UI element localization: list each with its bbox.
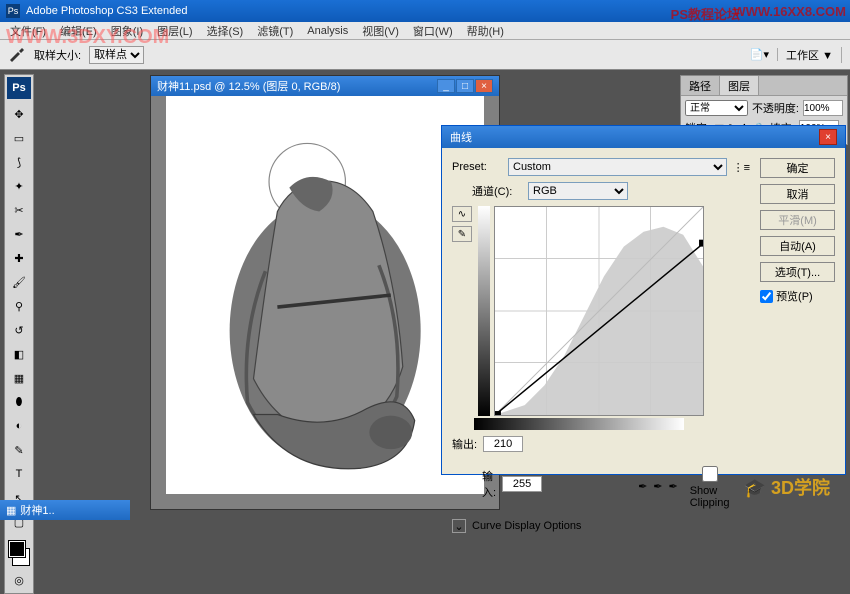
document-canvas[interactable] [166,96,484,494]
eyedropper-icon [8,48,26,62]
lasso-tool-icon[interactable]: ⟆ [7,151,31,173]
app-titlebar: Ps Adobe Photoshop CS3 Extended [0,0,850,22]
show-clipping-checkbox[interactable] [690,466,730,482]
dialog-title: 曲线 [450,129,472,145]
preset-select[interactable]: Custom [508,158,727,176]
preset-label: Preset: [452,161,502,173]
white-point-eyedropper-icon[interactable]: ✒ [669,480,678,496]
output-input[interactable] [483,436,523,452]
fg-color-swatch[interactable] [9,541,25,557]
menu-analysis[interactable]: Analysis [301,25,354,37]
color-swatches[interactable] [7,539,31,567]
input-gradient [474,418,684,430]
tab-layers[interactable]: 图层 [720,76,759,95]
gray-point-eyedropper-icon[interactable]: ✒ [653,480,662,496]
channel-label: 通道(C): [472,183,522,199]
options-button[interactable]: 选项(T)... [760,262,835,282]
ps-small-icon: ▦ [6,504,16,517]
dodge-tool-icon[interactable]: ◐ [7,415,31,437]
taskbar-doc-label: 财神1.. [20,502,54,518]
menu-filter[interactable]: 滤镜(T) [251,23,299,39]
minimize-icon[interactable]: _ [437,79,455,93]
doc-profile-icon[interactable]: 📄▾ [750,48,778,61]
curve-point-tool-icon[interactable]: ∿ [452,206,472,222]
menu-bar: 文件(F) 编辑(E) 图象(I) 图层(L) 选择(S) 滤镜(T) Anal… [0,22,850,40]
brush-tool-icon[interactable]: 🖌 [7,271,31,293]
wand-tool-icon[interactable]: ✦ [7,175,31,197]
heal-tool-icon[interactable]: ✚ [7,247,31,269]
black-point-eyedropper-icon[interactable]: ✒ [638,480,647,496]
marquee-tool-icon[interactable]: ▭ [7,127,31,149]
menu-window[interactable]: 窗口(W) [407,23,459,39]
app-title: Adobe Photoshop CS3 Extended [26,5,187,17]
sample-size-select[interactable]: 取样点 [89,46,144,64]
maximize-icon[interactable]: □ [456,79,474,93]
curve-pencil-tool-icon[interactable]: ✎ [452,226,472,242]
menu-layer[interactable]: 图层(L) [151,23,198,39]
opacity-label: 不透明度: [752,100,799,116]
options-bar: 取样大小: 取样点 📄▾ 工作区 ▼ [0,40,850,70]
menu-file[interactable]: 文件(F) [4,23,52,39]
smooth-button: 平滑(M) [760,210,835,230]
blur-tool-icon[interactable]: ⬮ [7,391,31,413]
document-titlebar[interactable]: 财神11.psd @ 12.5% (图层 0, RGB/8) _ □ × [151,76,499,96]
menu-edit[interactable]: 编辑(E) [54,23,103,39]
preview-label: 预览(P) [776,288,813,304]
preset-menu-icon[interactable]: ⋮≡ [733,161,750,174]
curve-display-options-label[interactable]: Curve Display Options [472,520,581,532]
stamp-tool-icon[interactable]: ⚲ [7,295,31,317]
eraser-tool-icon[interactable]: ◧ [7,343,31,365]
cancel-button[interactable]: 取消 [760,184,835,204]
gradient-tool-icon[interactable]: ▦ [7,367,31,389]
move-tool-icon[interactable]: ✥ [7,103,31,125]
show-clipping-label: Show Clipping [690,485,730,509]
history-brush-icon[interactable]: ↺ [7,319,31,341]
type-tool-icon[interactable]: T [7,463,31,485]
preview-checkbox[interactable] [760,290,773,303]
artwork-deity-illustration [190,116,460,474]
taskbar-doc-button[interactable]: ▦ 财神1.. [0,500,130,520]
dialog-titlebar[interactable]: 曲线 × [442,126,845,148]
output-gradient [478,206,490,416]
curves-dialog: 曲线 × Preset: Custom ⋮≡ 通道(C): RGB ∿ ✎ [441,125,846,475]
input-label: 输入: [482,468,496,500]
ok-button[interactable]: 确定 [760,158,835,178]
close-icon[interactable]: × [475,79,493,93]
input-input[interactable] [502,476,542,492]
ps-icon: Ps [6,4,20,18]
document-title: 财神11.psd @ 12.5% (图层 0, RGB/8) [157,78,340,94]
dialog-close-icon[interactable]: × [819,129,837,145]
sample-size-label: 取样大小: [34,47,81,63]
eyedropper-tool-icon[interactable]: ✒ [7,223,31,245]
menu-select[interactable]: 选择(S) [201,23,250,39]
channel-select[interactable]: RGB [528,182,628,200]
chevron-down-icon[interactable]: ⌄ [452,519,466,533]
curves-graph[interactable] [494,206,704,416]
ps-logo: Ps [7,77,31,99]
output-label: 输出: [452,436,477,452]
menu-help[interactable]: 帮助(H) [461,23,510,39]
blend-mode-select[interactable]: 正常 [685,100,748,116]
menu-view[interactable]: 视图(V) [356,23,405,39]
menu-image[interactable]: 图象(I) [105,23,149,39]
opacity-input[interactable] [803,100,843,116]
tab-paths[interactable]: 路径 [681,76,720,95]
pen-tool-icon[interactable]: ✎ [7,439,31,461]
crop-tool-icon[interactable]: ✂ [7,199,31,221]
workspace-button[interactable]: 工作区 ▼ [786,47,842,63]
auto-button[interactable]: 自动(A) [760,236,835,256]
quickmask-icon[interactable]: ◎ [7,569,31,591]
